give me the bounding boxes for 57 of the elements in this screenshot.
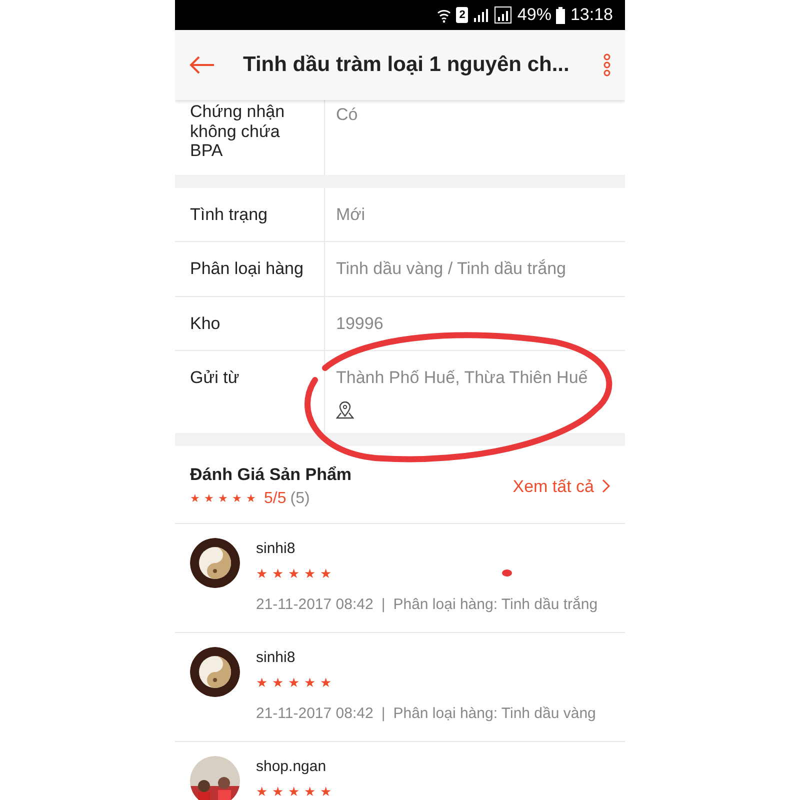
map-pin-icon bbox=[336, 400, 354, 419]
star-icon: ★ bbox=[288, 784, 300, 798]
chevron-right-icon bbox=[602, 479, 610, 494]
signal-icon bbox=[473, 7, 490, 23]
star-icon: ★ bbox=[246, 494, 256, 505]
star-icon: ★ bbox=[288, 566, 300, 580]
battery-percent: 49% bbox=[517, 4, 552, 26]
more-button[interactable] bbox=[603, 53, 611, 77]
back-button[interactable] bbox=[189, 56, 215, 74]
section-title: Đánh Giá Sản Phẩm bbox=[190, 464, 352, 486]
star-icon: ★ bbox=[256, 784, 268, 798]
star-icon: ★ bbox=[304, 566, 316, 580]
rating-count: (5) bbox=[290, 489, 310, 510]
spec-value: Thành Phố Huế, Thừa Thiên Huế bbox=[336, 367, 589, 390]
spec-label: Kho bbox=[175, 296, 325, 350]
star-icon: ★ bbox=[304, 784, 316, 798]
rating-score: 5/5 bbox=[264, 489, 286, 510]
spec-label: Tình trạng bbox=[175, 188, 325, 242]
username: sinhi8 bbox=[256, 648, 296, 668]
review-date: 21-11-2017 08:42 bbox=[256, 594, 374, 615]
star-icon: ★ bbox=[204, 494, 214, 505]
sim-badge: 2 bbox=[456, 6, 468, 24]
back-arrow-icon bbox=[189, 56, 215, 74]
signal-icon bbox=[494, 6, 512, 24]
star-icon: ★ bbox=[190, 494, 200, 505]
ink-dot bbox=[502, 570, 512, 576]
star-icon: ★ bbox=[256, 676, 268, 689]
spec-value: 19996 bbox=[336, 312, 384, 335]
star-icon: ★ bbox=[288, 676, 300, 689]
clock: 13:18 bbox=[570, 4, 613, 26]
star-icon: ★ bbox=[218, 494, 228, 505]
star-icon: ★ bbox=[256, 566, 268, 580]
username: sinhi8 bbox=[256, 539, 296, 560]
spec-value: Tinh dầu vàng / Tinh dầu trắng bbox=[336, 258, 567, 280]
star-icon: ★ bbox=[320, 784, 332, 798]
star-icon: ★ bbox=[272, 784, 284, 798]
separator: | bbox=[381, 704, 386, 724]
variant-text: Phân loại hàng: Tinh dầu vàng bbox=[393, 704, 596, 724]
more-icon bbox=[603, 53, 611, 77]
spec-label: Phân loại hàng bbox=[175, 242, 325, 296]
star-icon: ★ bbox=[304, 676, 316, 689]
star-icon: ★ bbox=[320, 566, 332, 580]
star-icon: ★ bbox=[320, 676, 332, 689]
star-icon: ★ bbox=[272, 676, 284, 689]
battery-icon bbox=[556, 6, 566, 24]
spec-value: Có bbox=[336, 104, 359, 126]
star-icon: ★ bbox=[232, 494, 242, 505]
username: shop.ngan bbox=[256, 757, 328, 778]
page-title: Tinh dầu tràm loại 1 nguyên ch... bbox=[243, 52, 570, 78]
spec-value: Mới bbox=[336, 204, 366, 226]
spec-label: Gửi từ bbox=[175, 351, 325, 433]
variant-text: Phân loại hàng: Tinh dầu trắng bbox=[393, 594, 598, 615]
separator: | bbox=[381, 594, 386, 615]
star-icon: ★ bbox=[272, 566, 284, 580]
wifi-icon bbox=[437, 7, 452, 23]
see-all-link[interactable]: Xem tất cả bbox=[512, 474, 610, 500]
review-date: 21-11-2017 08:42 bbox=[256, 704, 374, 724]
